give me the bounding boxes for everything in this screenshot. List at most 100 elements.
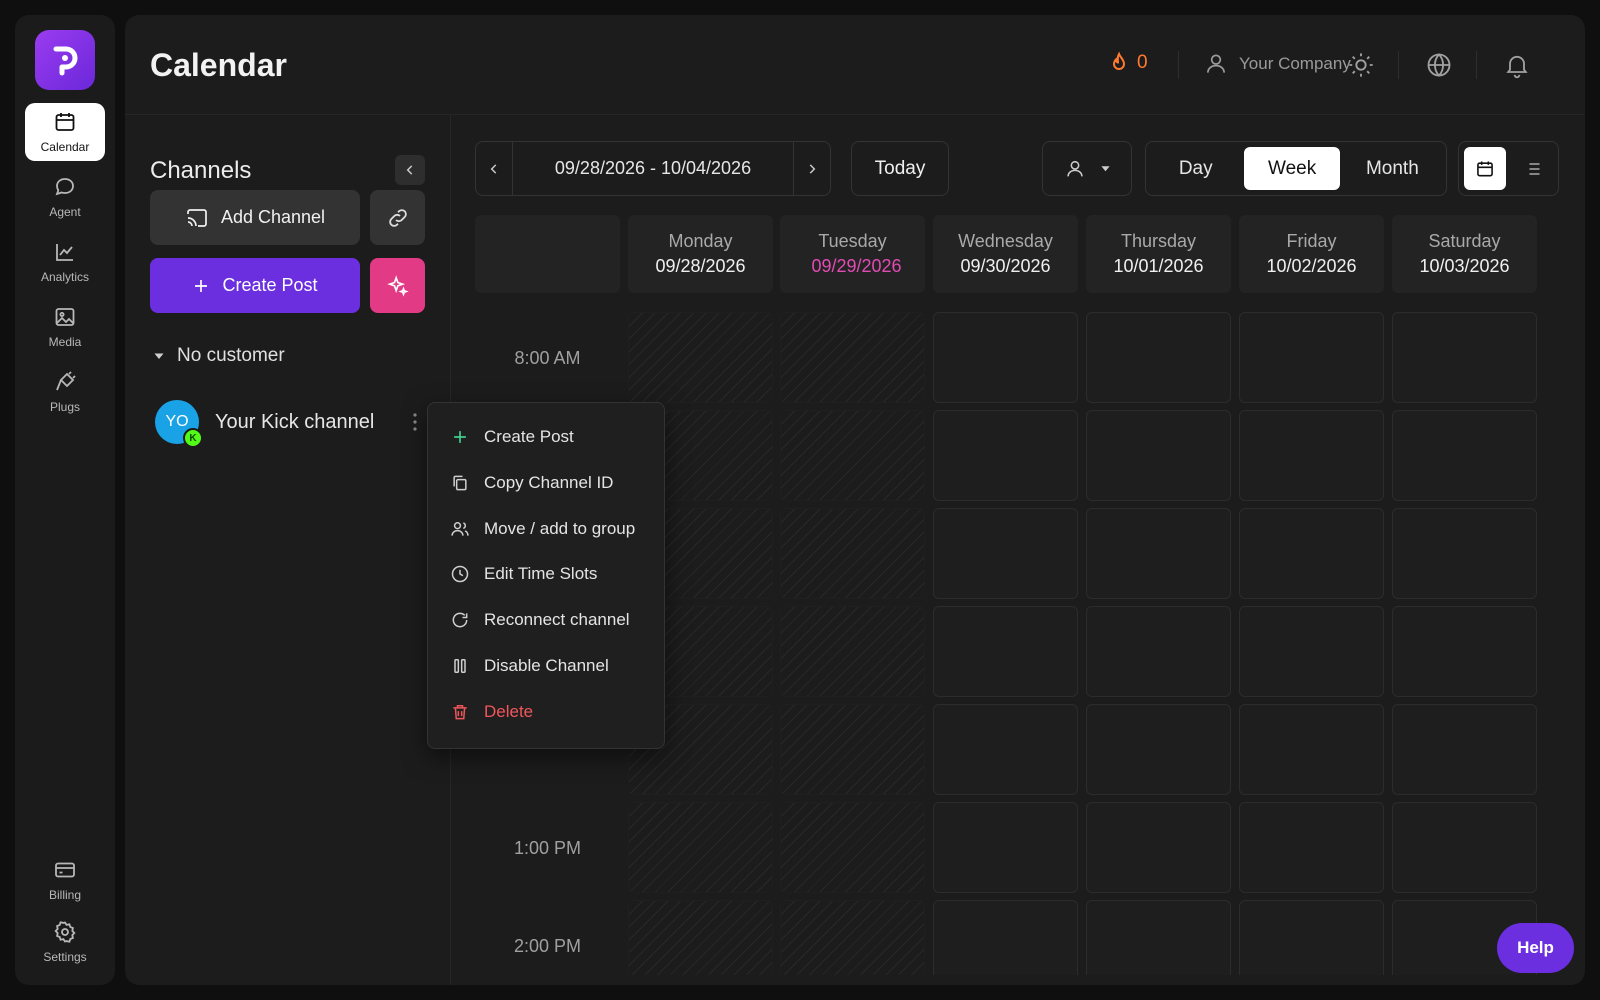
customer-group-toggle[interactable]: No customer bbox=[153, 345, 285, 367]
customer-filter[interactable] bbox=[1042, 141, 1132, 196]
divider bbox=[1178, 51, 1179, 79]
channel-item[interactable]: YO K Your Kick channel bbox=[155, 398, 425, 448]
ai-generate-button[interactable] bbox=[370, 258, 425, 313]
calendar-mode-button[interactable] bbox=[1464, 147, 1506, 190]
time-slot-cell[interactable] bbox=[933, 410, 1078, 501]
credit-card-icon bbox=[55, 862, 75, 878]
logo-icon bbox=[53, 46, 78, 76]
company-name: Your Company bbox=[1239, 54, 1351, 73]
previous-week-button[interactable] bbox=[476, 142, 512, 195]
grid-corner bbox=[475, 215, 620, 293]
company-selector[interactable]: Your Company bbox=[1203, 51, 1351, 77]
divider bbox=[1476, 51, 1477, 79]
time-slot-cell[interactable] bbox=[1086, 312, 1231, 403]
globe-icon bbox=[1427, 53, 1451, 77]
time-slot-cell[interactable] bbox=[1392, 508, 1537, 599]
menu-disable-channel[interactable]: Disable Channel bbox=[450, 654, 609, 678]
time-slot-cell[interactable] bbox=[1086, 508, 1231, 599]
time-slot-cell[interactable] bbox=[1086, 410, 1231, 501]
time-slot-cell[interactable] bbox=[1392, 410, 1537, 501]
channel-name: Your Kick channel bbox=[215, 410, 375, 433]
add-channel-label: Add Channel bbox=[220, 207, 326, 227]
time-slot-cell[interactable] bbox=[1086, 802, 1231, 893]
view-week[interactable]: Week bbox=[1244, 147, 1340, 190]
help-button[interactable]: Help bbox=[1497, 923, 1574, 973]
streak-counter[interactable]: 0 bbox=[1107, 51, 1148, 75]
app-logo[interactable] bbox=[35, 30, 95, 90]
menu-move-to-group[interactable]: Move / add to group bbox=[450, 517, 635, 541]
menu-reconnect-channel[interactable]: Reconnect channel bbox=[450, 608, 630, 632]
customer-link-button[interactable] bbox=[370, 190, 425, 245]
copy-icon bbox=[453, 475, 467, 491]
language-selector[interactable] bbox=[1425, 51, 1453, 79]
nav-calendar[interactable]: Calendar bbox=[25, 103, 105, 161]
clock-icon bbox=[451, 565, 469, 583]
time-slot-cell[interactable] bbox=[1239, 410, 1384, 501]
caret-down-icon bbox=[154, 353, 164, 359]
nav-billing[interactable]: Billing bbox=[25, 851, 105, 909]
nav-plugs[interactable]: Plugs bbox=[25, 363, 105, 421]
time-slot-cell[interactable] bbox=[933, 312, 1078, 403]
add-channel-button[interactable]: Add Channel bbox=[150, 190, 360, 245]
create-post-button[interactable]: Create Post bbox=[150, 258, 360, 313]
day-header: Saturday 10/03/2026 bbox=[1392, 215, 1537, 293]
day-date: 09/29/2026 bbox=[804, 256, 901, 277]
time-slot-cell[interactable] bbox=[1392, 606, 1537, 697]
time-slot-cell[interactable] bbox=[1239, 312, 1384, 403]
channel-options-button[interactable] bbox=[405, 407, 425, 437]
calendar-icon bbox=[55, 113, 75, 131]
channel-context-menu: Create Post Copy Channel ID Move / add t… bbox=[427, 402, 665, 749]
time-slot-cell[interactable] bbox=[933, 704, 1078, 795]
chevron-left-icon bbox=[490, 163, 497, 174]
view-day[interactable]: Day bbox=[1151, 147, 1240, 190]
collapse-channels-button[interactable] bbox=[395, 155, 425, 185]
nav-plugs-label: Plugs bbox=[49, 400, 81, 414]
plug-icon bbox=[56, 371, 76, 391]
time-slot-cell bbox=[780, 606, 925, 697]
theme-toggle[interactable] bbox=[1347, 51, 1375, 79]
today-button[interactable]: Today bbox=[851, 141, 949, 196]
time-slot-cell bbox=[780, 312, 925, 403]
notifications-button[interactable] bbox=[1503, 51, 1531, 79]
time-slot-cell bbox=[780, 410, 925, 501]
nav-analytics[interactable]: Analytics bbox=[25, 233, 105, 291]
day-date: 09/28/2026 bbox=[655, 256, 745, 277]
menu-item-label: Create Post bbox=[484, 427, 574, 446]
view-month[interactable]: Month bbox=[1344, 147, 1441, 190]
time-slot-cell[interactable] bbox=[1239, 704, 1384, 795]
chevron-left-icon bbox=[406, 165, 413, 175]
time-slot-cell[interactable] bbox=[1239, 508, 1384, 599]
channels-panel: Channels Add Channel Create Post No cust… bbox=[125, 115, 451, 985]
time-slot-cell[interactable] bbox=[1086, 606, 1231, 697]
nav-settings-label: Settings bbox=[43, 950, 87, 964]
time-slot-cell[interactable] bbox=[1392, 704, 1537, 795]
nav-agent[interactable]: Agent bbox=[25, 168, 105, 226]
menu-edit-time-slots[interactable]: Edit Time Slots bbox=[450, 562, 597, 586]
time-slot-cell bbox=[780, 900, 925, 975]
time-slot-cell[interactable] bbox=[1392, 802, 1537, 893]
time-slot-cell[interactable] bbox=[1239, 900, 1384, 975]
time-slot-cell[interactable] bbox=[1239, 802, 1384, 893]
time-slot-cell bbox=[780, 802, 925, 893]
menu-create-post[interactable]: Create Post bbox=[450, 425, 574, 449]
plus-icon bbox=[454, 431, 466, 443]
menu-item-label: Disable Channel bbox=[484, 656, 609, 675]
time-slot-cell[interactable] bbox=[1086, 900, 1231, 975]
menu-copy-channel-id[interactable]: Copy Channel ID bbox=[450, 471, 613, 495]
time-slot-cell[interactable] bbox=[933, 900, 1078, 975]
date-range[interactable]: 09/28/2026 - 10/04/2026 bbox=[512, 142, 794, 195]
time-slot-cell[interactable] bbox=[1392, 312, 1537, 403]
time-slot-cell[interactable] bbox=[1086, 704, 1231, 795]
menu-delete-channel[interactable]: Delete bbox=[450, 700, 533, 724]
time-slot-cell[interactable] bbox=[1239, 606, 1384, 697]
streak-count: 0 bbox=[1137, 52, 1148, 73]
list-mode-button[interactable] bbox=[1512, 147, 1554, 190]
calendar-icon bbox=[1476, 161, 1493, 176]
time-slot-cell[interactable] bbox=[933, 508, 1078, 599]
next-week-button[interactable] bbox=[794, 142, 830, 195]
time-slot-cell[interactable] bbox=[933, 606, 1078, 697]
time-slot-cell[interactable] bbox=[933, 802, 1078, 893]
time-label: 1:00 PM bbox=[513, 838, 582, 858]
nav-settings[interactable]: Settings bbox=[25, 913, 105, 971]
nav-media[interactable]: Media bbox=[25, 298, 105, 356]
